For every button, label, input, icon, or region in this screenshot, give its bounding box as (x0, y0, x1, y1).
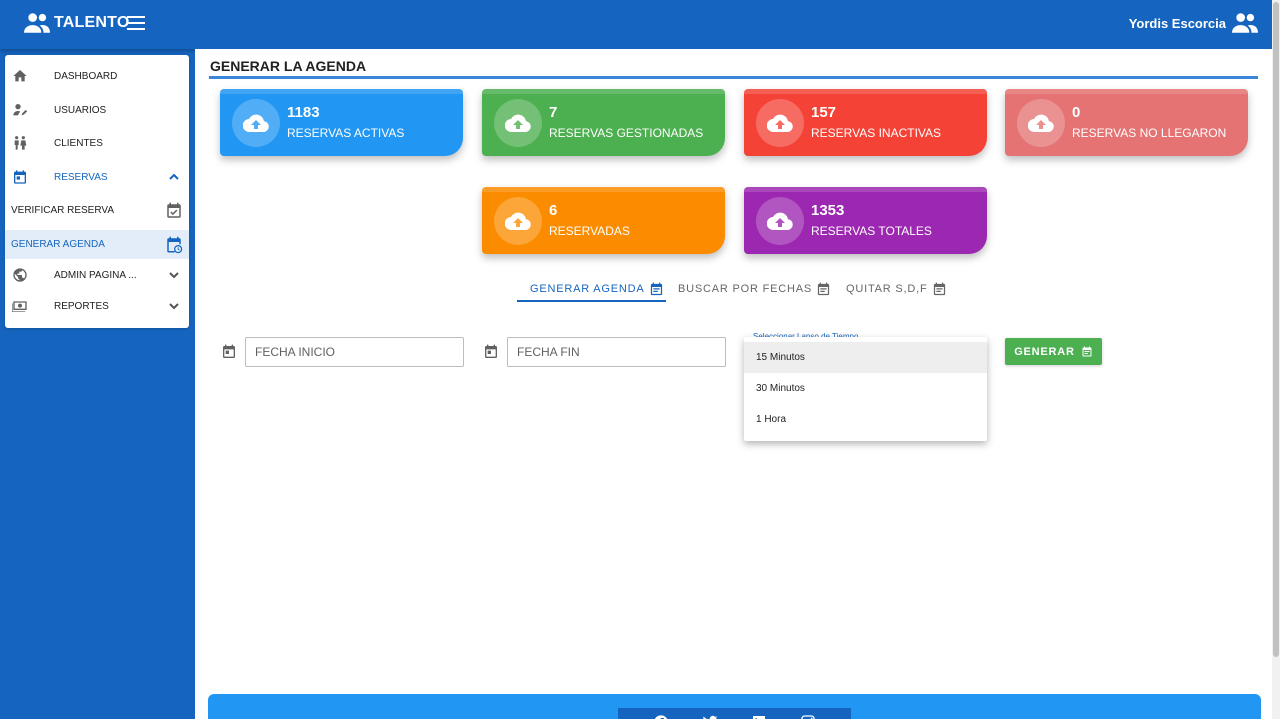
money-icon (12, 298, 28, 314)
chevron-up-icon[interactable] (168, 171, 180, 183)
stat-label: RESERVAS NO LLEGARON (1072, 126, 1227, 140)
stat-card-reservadas[interactable]: 6 RESERVADAS (482, 187, 725, 254)
cloud-upload-icon (756, 197, 804, 245)
chevron-down-icon[interactable] (168, 269, 180, 281)
calendar-icon (932, 282, 947, 297)
calendar-icon[interactable] (483, 344, 499, 360)
instagram-icon[interactable] (800, 714, 816, 719)
stat-label: RESERVADAS (549, 224, 630, 238)
calendar-clock-icon (165, 236, 183, 254)
sidebar-item-label: USUARIOS (54, 104, 107, 116)
tab-buscar-por-fechas[interactable]: BUSCAR POR FECHAS (678, 275, 831, 303)
end-date-field[interactable] (507, 337, 726, 367)
page-title: GENERAR LA AGENDA (210, 58, 367, 74)
stat-value: 1353 (811, 202, 845, 219)
calendar-icon (1081, 346, 1093, 358)
tab-label: BUSCAR POR FECHAS (678, 283, 813, 295)
cloud-upload-icon (494, 99, 542, 147)
globe-icon (12, 267, 28, 283)
chevron-down-icon[interactable] (168, 300, 180, 312)
sidebar-item-usuarios[interactable]: USUARIOS (5, 95, 189, 125)
home-icon (12, 68, 28, 84)
facebook-icon[interactable] (653, 714, 669, 719)
user-name: Yordis Escorcia (1128, 15, 1226, 31)
cloud-upload-icon (232, 99, 280, 147)
sidebar-item-label: ADMIN PAGINA ... (54, 269, 137, 281)
active-tab-indicator (517, 300, 666, 302)
stat-value: 1183 (287, 104, 320, 121)
option-15-minutos[interactable]: 15 Minutos (744, 342, 987, 373)
calendar-icon[interactable] (221, 344, 237, 360)
sidebar-item-reportes[interactable]: REPORTES (5, 291, 189, 321)
cloud-upload-icon (756, 99, 804, 147)
cloud-upload-icon (1017, 99, 1065, 147)
calendar-icon (12, 169, 28, 185)
social-links (618, 708, 851, 719)
stat-value: 6 (549, 202, 558, 219)
main-content: GENERAR LA AGENDA 1183 RESERVAS ACTIVAS … (195, 49, 1272, 719)
generate-button[interactable]: GENERAR (1005, 338, 1102, 365)
page-scrollbar[interactable] (1272, 0, 1280, 719)
cloud-upload-icon (494, 197, 542, 245)
user-menu[interactable]: Yordis Escorcia (1129, 12, 1258, 34)
sidebar-item-clientes[interactable]: CLIENTES (5, 128, 189, 158)
linkedin-icon[interactable] (751, 714, 767, 719)
hamburger-menu-icon[interactable] (127, 16, 145, 30)
app-title: TALENTO (54, 14, 130, 31)
stat-value: 157 (811, 104, 837, 121)
tab-generar-agenda[interactable]: GENERAR AGENDA (530, 275, 664, 303)
stat-label: RESERVAS ACTIVAS (287, 126, 405, 140)
scrollbar-thumb[interactable] (1273, 2, 1279, 657)
twitter-icon[interactable] (702, 714, 718, 719)
start-date-field[interactable] (245, 337, 464, 367)
title-divider (209, 76, 1258, 79)
calendar-icon (649, 282, 664, 297)
brand[interactable]: TALENTO (24, 12, 129, 34)
tab-label: QUITAR S,D,F (846, 283, 928, 295)
sidebar-subitem-label: VERIFICAR RESERVA (11, 205, 114, 216)
sidebar-subitem-generar-agenda[interactable]: GENERAR AGENDA (5, 230, 189, 259)
stat-card-reservas-no-llegaron[interactable]: 0 RESERVAS NO LLEGARON (1005, 89, 1248, 156)
sidebar-item-dashboard[interactable]: DASHBOARD (5, 61, 189, 91)
people-icon (24, 12, 50, 34)
sidebar-item-label: RESERVAS (54, 171, 108, 183)
sidebar-subitem-label: GENERAR AGENDA (11, 239, 105, 250)
sidebar-item-admin-pagina[interactable]: ADMIN PAGINA ... (5, 260, 189, 290)
generate-button-label: GENERAR (1014, 345, 1075, 358)
sidebar-subitem-verificar-reserva[interactable]: VERIFICAR RESERVA (5, 196, 189, 225)
sidebar-item-label: CLIENTES (54, 137, 103, 149)
stat-value: 7 (549, 104, 558, 121)
tab-quitar-sdf[interactable]: QUITAR S,D,F (846, 275, 947, 303)
stat-value: 0 (1072, 104, 1081, 121)
option-1-hora[interactable]: 1 Hora (744, 404, 987, 435)
sidebar-item-reservas[interactable]: RESERVAS (5, 162, 189, 192)
user-edit-icon (12, 102, 28, 118)
sidebar-item-label: REPORTES (54, 300, 109, 312)
footer (208, 694, 1261, 719)
top-app-bar: TALENTO Yordis Escorcia (0, 0, 1272, 49)
stat-card-reservas-inactivas[interactable]: 157 RESERVAS INACTIVAS (744, 89, 987, 156)
stat-card-reservas-totales[interactable]: 1353 RESERVAS TOTALES (744, 187, 987, 254)
calendar-check-icon (165, 202, 183, 220)
stat-label: RESERVAS INACTIVAS (811, 126, 942, 140)
stat-label: RESERVAS GESTIONADAS (549, 126, 704, 140)
stat-card-reservas-activas[interactable]: 1183 RESERVAS ACTIVAS (220, 89, 463, 156)
stat-label: RESERVAS TOTALES (811, 224, 932, 238)
stat-card-reservas-gestionadas[interactable]: 7 RESERVAS GESTIONADAS (482, 89, 725, 156)
people-icon (12, 135, 28, 151)
sidebar-item-label: DASHBOARD (54, 70, 118, 82)
option-30-minutos[interactable]: 30 Minutos (744, 373, 987, 404)
time-interval-dropdown: 15 Minutos 30 Minutos 1 Hora (744, 337, 987, 441)
people-icon (1232, 12, 1258, 34)
tab-label: GENERAR AGENDA (530, 283, 645, 295)
calendar-icon (816, 282, 831, 297)
sidebar: DASHBOARD USUARIOS CLIENTES RESERVAS VER… (5, 55, 189, 328)
